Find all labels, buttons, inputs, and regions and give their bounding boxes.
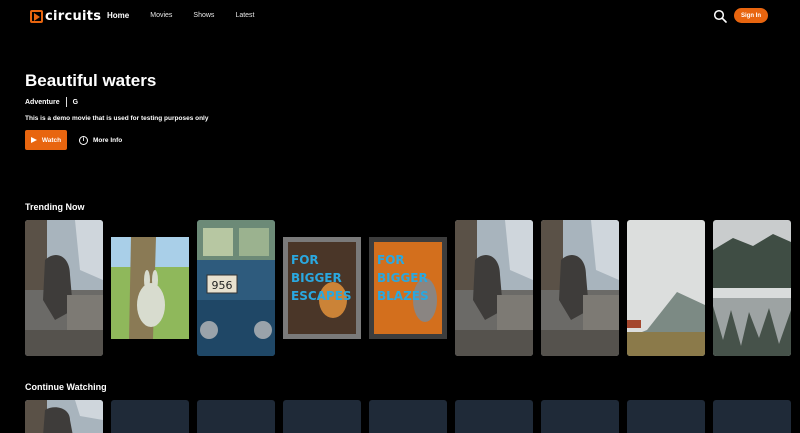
poster-text-3: BLAZES: [377, 289, 429, 303]
continue-card[interactable]: [25, 400, 103, 433]
continue-card[interactable]: [455, 400, 533, 433]
bench-statue-thumbnail: [25, 220, 103, 356]
rating-label: G: [73, 99, 78, 106]
continue-watching-heading: Continue Watching: [25, 382, 107, 392]
continue-card[interactable]: [541, 400, 619, 433]
info-icon: i: [79, 136, 88, 145]
sign-in-button[interactable]: Sign In: [734, 8, 768, 23]
continue-card[interactable]: [627, 400, 705, 433]
nav-item-latest[interactable]: Latest: [235, 11, 254, 21]
main-nav: Home Movies Shows Latest: [107, 11, 276, 21]
more-info-button[interactable]: i More Info: [79, 130, 122, 150]
hero-description: This is a demo movie that is used for te…: [25, 115, 208, 122]
continue-card[interactable]: [369, 400, 447, 433]
continue-card[interactable]: [713, 400, 791, 433]
poster-text-2: BIGGER: [377, 271, 428, 285]
trending-card[interactable]: [111, 220, 189, 356]
poster-text-1: FOR: [291, 253, 319, 267]
meta-divider: [66, 97, 67, 107]
mountain-fog-thumbnail: [627, 220, 705, 356]
bench-statue-thumbnail: [25, 400, 103, 433]
hero-title: Beautiful waters: [25, 71, 156, 91]
bench-statue-thumbnail: [541, 220, 619, 356]
logo-play-icon: [30, 10, 43, 23]
forest-lake-thumbnail: [713, 220, 791, 356]
watch-label: Watch: [42, 137, 61, 144]
continue-card[interactable]: [197, 400, 275, 433]
trending-card[interactable]: [627, 220, 705, 356]
trending-row: 956 FOR BIGGER ESCAPES FOR BIGGER BLAZES: [25, 220, 799, 356]
trending-now-heading: Trending Now: [25, 202, 85, 212]
top-navigation-bar: circuits Home Movies Shows Latest Sign I…: [0, 0, 800, 32]
watch-button[interactable]: Watch: [25, 130, 67, 150]
trending-card[interactable]: FOR BIGGER ESCAPES: [283, 220, 361, 356]
bus-plate-text: 956: [212, 279, 233, 292]
brand-logo[interactable]: circuits: [30, 8, 101, 24]
poster-text-3: ESCAPES: [291, 289, 352, 303]
trending-card[interactable]: [541, 220, 619, 356]
trending-card[interactable]: [713, 220, 791, 356]
bus-thumbnail: 956: [197, 220, 275, 356]
for-bigger-blazes-poster: FOR BIGGER BLAZES: [369, 220, 447, 356]
nav-item-shows[interactable]: Shows: [193, 11, 214, 21]
continue-card[interactable]: [283, 400, 361, 433]
search-icon[interactable]: [713, 9, 727, 23]
more-info-label: More Info: [93, 137, 122, 144]
trending-card[interactable]: 956: [197, 220, 275, 356]
brand-name: circuits: [45, 9, 101, 24]
nav-item-movies[interactable]: Movies: [150, 11, 172, 21]
poster-text-2: BIGGER: [291, 271, 342, 285]
continue-card[interactable]: [111, 400, 189, 433]
bench-statue-thumbnail: [455, 220, 533, 356]
genre-label: Adventure: [25, 99, 60, 106]
trending-card[interactable]: [455, 220, 533, 356]
nav-item-home[interactable]: Home: [107, 11, 129, 21]
for-bigger-escapes-poster: FOR BIGGER ESCAPES: [283, 220, 361, 356]
continue-watching-row: [25, 400, 799, 433]
poster-text-1: FOR: [377, 253, 405, 267]
bunny-tree-thumbnail: [111, 220, 189, 356]
hero-meta: Adventure G: [25, 97, 78, 107]
trending-card[interactable]: [25, 220, 103, 356]
trending-card[interactable]: FOR BIGGER BLAZES: [369, 220, 447, 356]
play-icon: [31, 137, 37, 143]
